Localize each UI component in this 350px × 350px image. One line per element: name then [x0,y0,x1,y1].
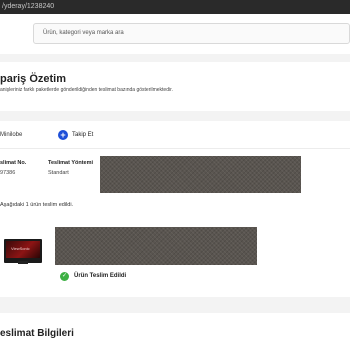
product-brand-logo: ViewSonic [11,246,30,251]
delivered-note: Aşağıdaki 1 ürün teslim edildi. [0,202,74,208]
delivery-number-value: 97386 [0,170,16,176]
browser-url-bar[interactable]: /yderay/1238240 [0,0,350,14]
summary-description: anişleriniz farklı paketlerde gönderildi… [0,87,173,93]
plus-icon: + [58,130,68,140]
divider [0,148,350,149]
redacted-block [55,227,257,265]
follow-seller-button[interactable]: + Takip Et [58,130,93,140]
site-header: Ürün, kategori veya marka ara [0,14,350,54]
follow-label: Takip Et [72,132,94,138]
seller-name[interactable]: Minilobe [0,132,22,138]
delivery-method-value: Standart [48,170,69,176]
monitor-stand [18,261,28,264]
product-image[interactable]: ViewSonic [4,239,42,264]
page-title: pariş Özetim [0,73,67,85]
search-input[interactable]: Ürün, kategori veya marka ara [33,23,350,44]
delivery-method-label: Teslimat Yöntemi [48,160,94,166]
delivery-number-label: slimat No. [0,160,27,166]
status-label: Ürün Teslim Edildi [74,273,127,279]
shipping-info-title: eslimat Bilgileri [0,328,74,339]
redacted-block [100,156,301,193]
check-circle-icon: ✓ [60,271,69,281]
delivery-status: ✓ Ürün Teslim Edildi [60,271,126,281]
